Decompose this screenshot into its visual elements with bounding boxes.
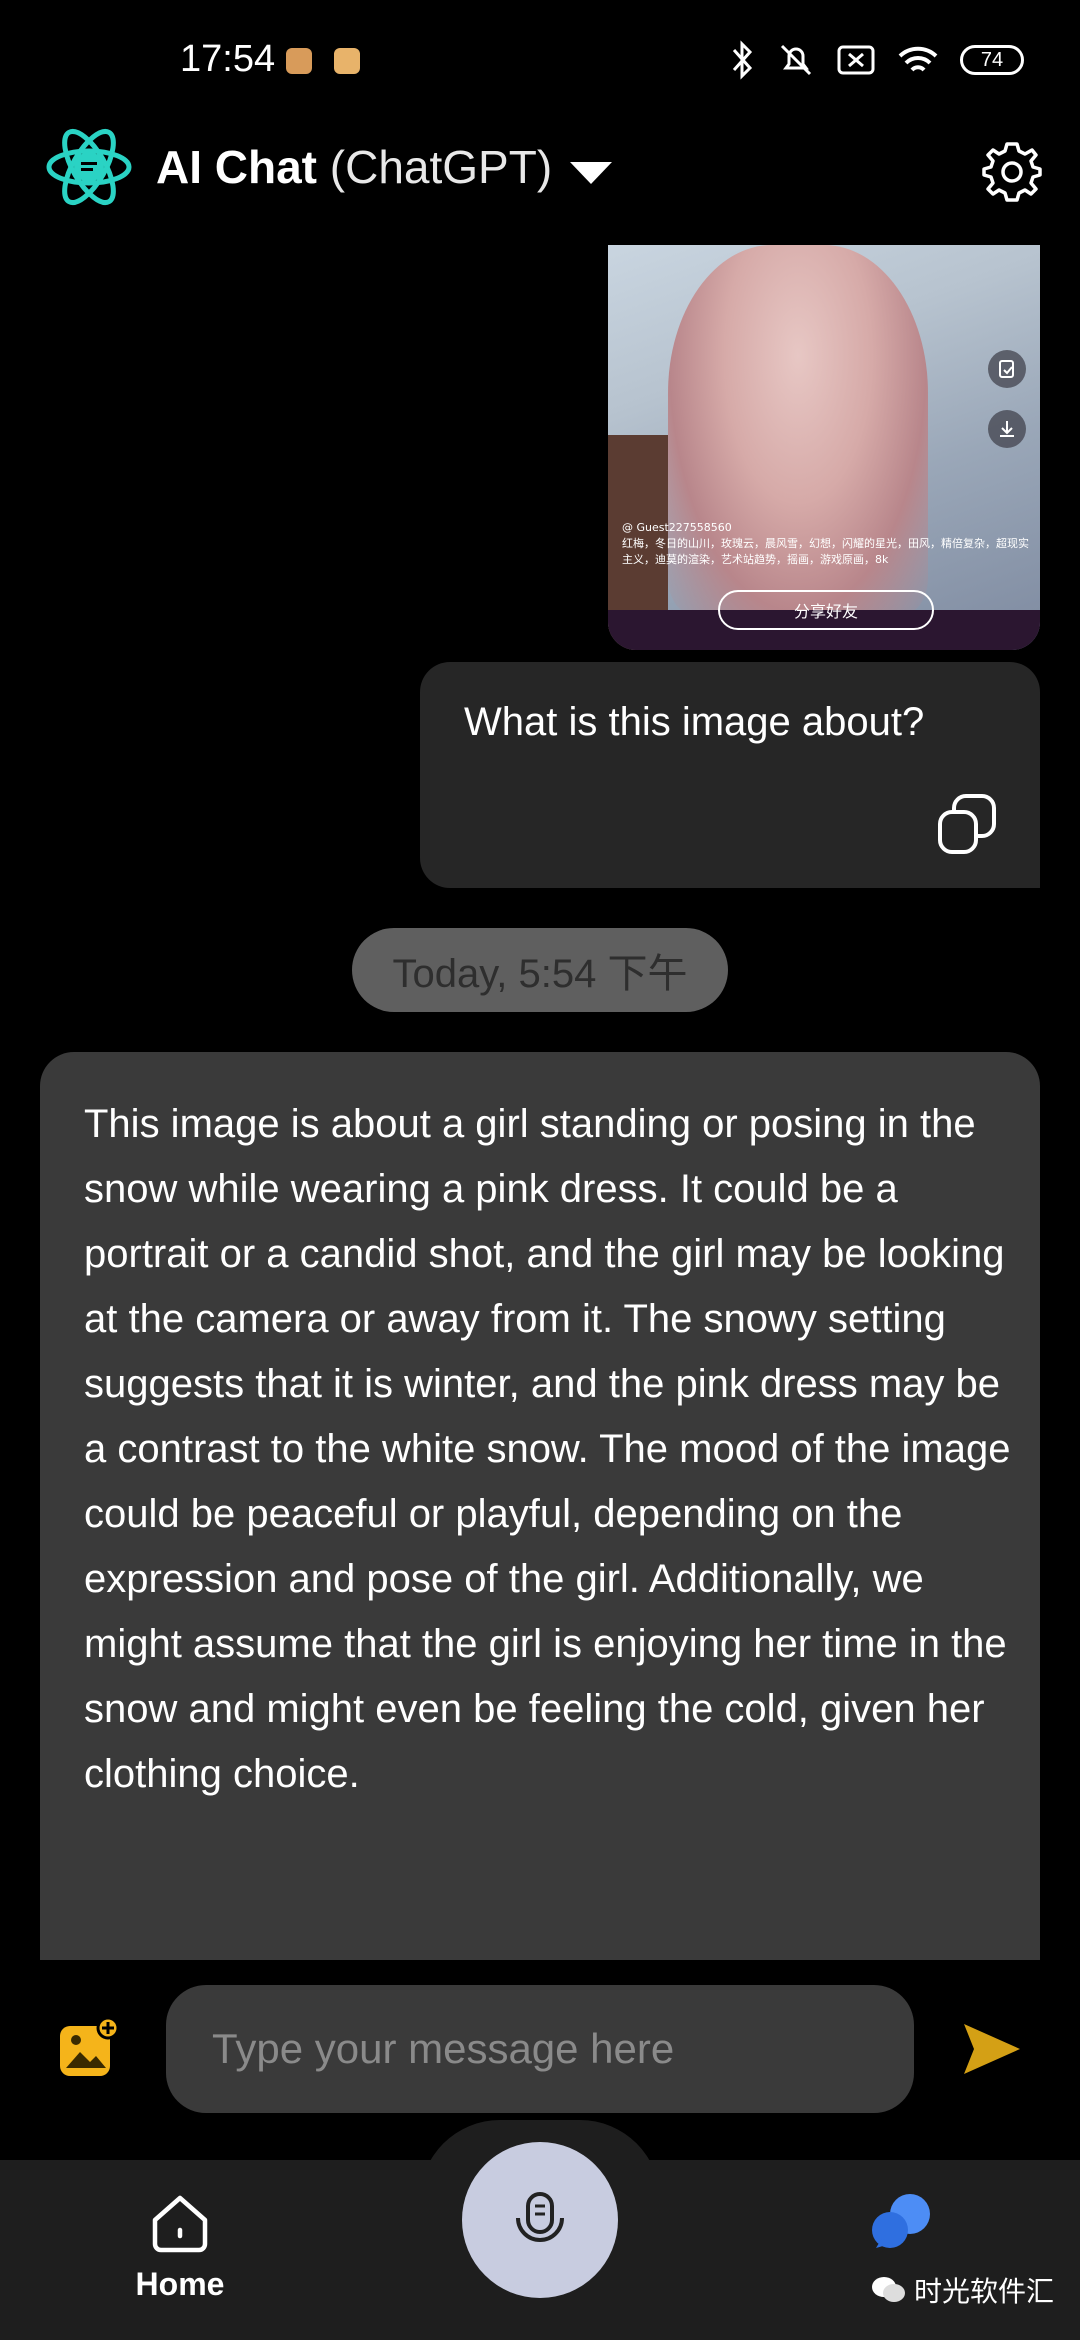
mic-icon (516, 2192, 564, 2242)
send-icon[interactable] (960, 2020, 1024, 2078)
user-message-text: What is this image about? (464, 700, 925, 744)
image-overlay-tags: 红梅，冬日的山川，玫瑰云，晨风雪，幻想，闪耀的星光，田风，精倍复杂，超现实主义，… (622, 537, 1029, 566)
notification-app-icon (286, 48, 312, 74)
user-message-bubble: What is this image about? (420, 662, 1040, 888)
image-save-icon[interactable] (988, 350, 1026, 388)
no-sim-icon (837, 45, 875, 75)
wechat-icon (872, 2277, 905, 2302)
ai-message-bubble: This image is about a girl standing or p… (40, 1052, 1040, 1960)
download-icon[interactable] (988, 410, 1026, 448)
app-title-main: AI Chat (156, 141, 317, 193)
wifi-icon (898, 46, 938, 72)
voice-input-button[interactable] (462, 2142, 618, 2298)
model-dropdown-chevron-down-icon[interactable] (568, 158, 614, 188)
app-title-model: (ChatGPT) (317, 141, 553, 193)
status-bar: 17:54 74 (0, 0, 1080, 120)
status-icons: 74 (728, 40, 1024, 80)
message-timestamp: Today, 5:54 下午 (352, 928, 728, 1012)
nav-home-label: Home (135, 2266, 225, 2302)
gear-icon[interactable] (980, 138, 1044, 202)
home-icon (152, 2195, 208, 2253)
mute-bell-icon (780, 44, 812, 76)
bluetooth-icon (732, 40, 753, 80)
message-input[interactable] (166, 1985, 914, 2113)
image-overlay-caption: @ Guest227558560 红梅，冬日的山川，玫瑰云，晨风雪，幻想，闪耀的… (622, 520, 1032, 568)
ai-message-text: This image is about a girl standing or p… (84, 1102, 1011, 1796)
app-title: AI Chat (ChatGPT) (156, 140, 552, 194)
chat-bubbles-icon[interactable] (866, 2188, 936, 2258)
watermark-text: 时光软件汇 (914, 2275, 1055, 2308)
copy-icon[interactable] (934, 792, 1000, 858)
status-time: 17:54 (180, 38, 276, 80)
image-add-icon[interactable] (56, 2018, 120, 2082)
app-header: AI Chat (ChatGPT) (0, 120, 1080, 230)
sent-image[interactable]: @ Guest227558560 红梅，冬日的山川，玫瑰云，晨风雪，幻想，闪耀的… (608, 245, 1040, 650)
nav-home[interactable]: Home (120, 2190, 240, 2320)
battery-indicator: 74 (960, 45, 1024, 75)
image-overlay-user: @ Guest227558560 (622, 521, 732, 534)
watermark: 时光软件汇 (870, 2270, 1054, 2310)
atom-logo-icon (46, 128, 132, 206)
image-share-button: 分享好友 (718, 590, 934, 630)
notification-app-icon-2 (334, 48, 360, 74)
